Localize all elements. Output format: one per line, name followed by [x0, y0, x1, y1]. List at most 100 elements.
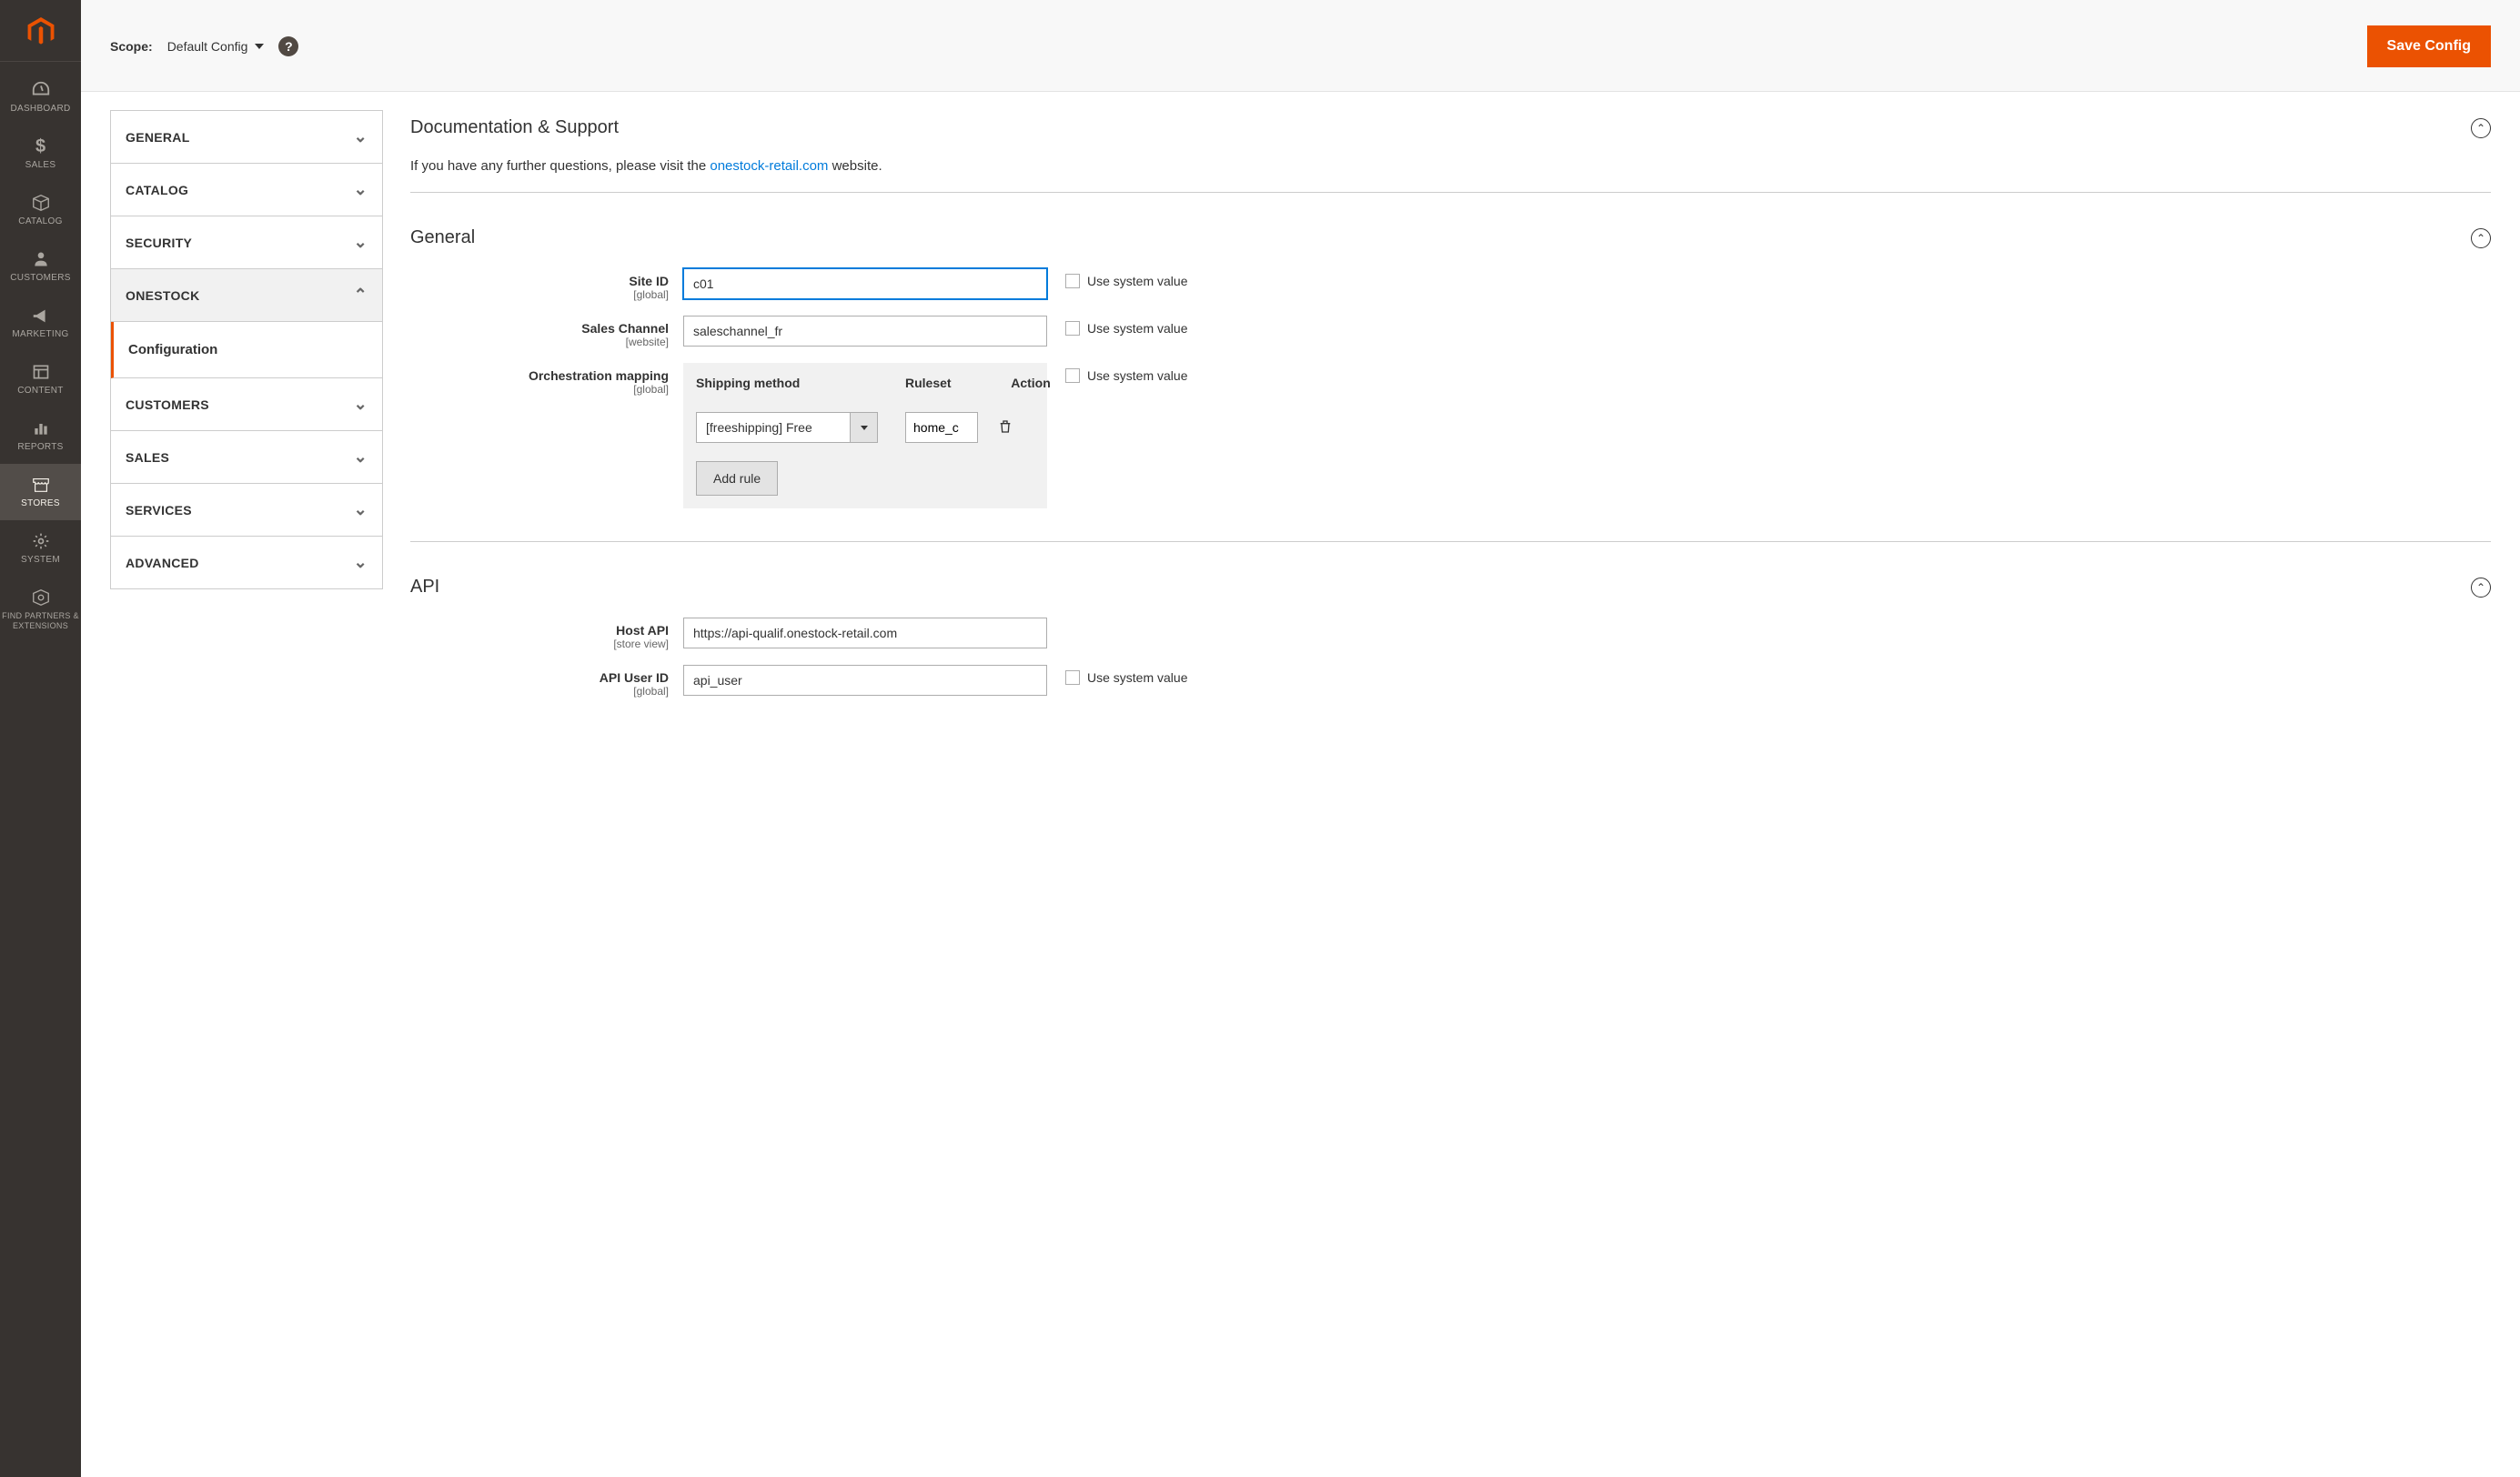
field-scope: [global]: [410, 685, 669, 698]
caret-down-icon: [861, 426, 868, 430]
field-scope: [global]: [410, 288, 669, 301]
chevron-down-icon: ⌄: [354, 553, 368, 572]
checkbox-label[interactable]: Use system value: [1087, 321, 1187, 336]
chevron-down-icon: ⌄: [354, 127, 368, 146]
nav-label: STORES: [2, 498, 79, 509]
page-header: Scope: Default Config ? Save Config: [81, 0, 2520, 92]
field-label: Sales Channel: [410, 321, 669, 336]
nav-label: CATALOG: [2, 216, 79, 227]
field-scope: [website]: [410, 336, 669, 348]
nav-label: FIND PARTNERS & EXTENSIONS: [2, 611, 79, 631]
delete-row-button[interactable]: [998, 419, 1013, 437]
nav-content[interactable]: CONTENT: [0, 351, 81, 407]
caret-down-icon: [255, 44, 264, 49]
scope-selector[interactable]: Default Config: [167, 39, 265, 54]
tab-label: GENERAL: [126, 130, 190, 145]
tab-onestock[interactable]: ONESTOCK ⌃: [111, 269, 382, 322]
tab-advanced[interactable]: ADVANCED ⌄: [111, 537, 382, 588]
nav-stores[interactable]: STORES: [0, 464, 81, 520]
tab-label: SALES: [126, 450, 169, 465]
chevron-down-icon: ⌄: [354, 447, 368, 467]
chevron-down-icon: ⌄: [354, 233, 368, 252]
tab-general[interactable]: GENERAL ⌄: [111, 111, 382, 164]
tab-customers[interactable]: CUSTOMERS ⌄: [111, 378, 382, 431]
shipping-method-select[interactable]: [freeshipping] Free: [696, 412, 878, 443]
field-scope: [store view]: [410, 638, 669, 650]
use-system-value-checkbox[interactable]: [1065, 368, 1080, 383]
config-panel: Documentation & Support ⌃ If you have an…: [410, 110, 2491, 716]
col-header: Shipping method: [696, 376, 878, 390]
nav-partners[interactable]: FIND PARTNERS & EXTENSIONS: [0, 577, 81, 642]
nav-dashboard[interactable]: DASHBOARD: [0, 69, 81, 126]
collapse-toggle-icon[interactable]: ⌃: [2471, 118, 2491, 138]
nav-reports[interactable]: REPORTS: [0, 407, 81, 464]
help-icon[interactable]: ?: [278, 36, 298, 56]
tab-onestock-configuration[interactable]: Configuration: [111, 322, 382, 378]
chevron-down-icon: ⌄: [354, 500, 368, 519]
tab-services[interactable]: SERVICES ⌄: [111, 484, 382, 537]
nav-catalog[interactable]: CATALOG: [0, 182, 81, 238]
nav-sales[interactable]: $ SALES: [0, 126, 81, 182]
checkbox-label[interactable]: Use system value: [1087, 368, 1187, 383]
chevron-up-icon: ⌃: [354, 286, 368, 305]
nav-label: MARKETING: [2, 329, 79, 340]
sales-channel-input[interactable]: [683, 316, 1047, 347]
tab-sales[interactable]: SALES ⌄: [111, 431, 382, 484]
nav-label: CUSTOMERS: [2, 273, 79, 284]
save-config-button[interactable]: Save Config: [2367, 25, 2491, 67]
nav-label: SYSTEM: [2, 555, 79, 566]
add-rule-button[interactable]: Add rule: [696, 461, 778, 496]
field-label: API User ID: [410, 670, 669, 685]
field-label: Site ID: [410, 274, 669, 288]
api-user-id-input[interactable]: [683, 665, 1047, 696]
field-label: Orchestration mapping: [410, 368, 669, 383]
checkbox-label[interactable]: Use system value: [1087, 274, 1187, 288]
trash-icon: [998, 419, 1013, 434]
scope-value: Default Config: [167, 39, 248, 54]
host-api-input[interactable]: [683, 618, 1047, 648]
select-dropdown-button[interactable]: [850, 413, 877, 442]
config-tabs: GENERAL ⌄ CATALOG ⌄ SECURITY ⌄ ONESTOCK …: [110, 110, 383, 589]
nav-system[interactable]: SYSTEM: [0, 520, 81, 577]
main-content: Scope: Default Config ? Save Config GENE…: [81, 0, 2520, 1477]
tab-label: SERVICES: [126, 503, 192, 517]
text: If you have any further questions, pleas…: [410, 158, 710, 174]
tab-label: CUSTOMERS: [126, 397, 209, 412]
orchestration-table: Shipping method Ruleset Action [freeship…: [683, 363, 1047, 508]
tab-security[interactable]: SECURITY ⌄: [111, 216, 382, 269]
section-heading-general[interactable]: General ⌃: [410, 220, 2491, 256]
magento-logo[interactable]: [0, 0, 81, 62]
scope-label: Scope:: [110, 39, 153, 54]
section-title: API: [410, 577, 439, 598]
collapse-toggle-icon[interactable]: ⌃: [2471, 228, 2491, 248]
collapse-toggle-icon[interactable]: ⌃: [2471, 578, 2491, 598]
nav-label: SALES: [2, 160, 79, 171]
tab-label: CATALOG: [126, 183, 188, 197]
chevron-down-icon: ⌄: [354, 180, 368, 199]
ruleset-input[interactable]: [905, 412, 978, 443]
text: website.: [828, 158, 882, 174]
site-id-input[interactable]: [683, 268, 1047, 299]
nav-label: DASHBOARD: [2, 104, 79, 115]
nav-label: REPORTS: [2, 442, 79, 453]
orchestration-row: [freeshipping] Free: [696, 412, 1034, 443]
checkbox-label[interactable]: Use system value: [1087, 670, 1187, 685]
tab-label: SECURITY: [126, 236, 192, 250]
use-system-value-checkbox[interactable]: [1065, 321, 1080, 336]
tab-label: ADVANCED: [126, 556, 199, 570]
admin-sidebar: DASHBOARD $ SALES CATALOG CUSTOMERS MARK…: [0, 0, 81, 1477]
col-header: Ruleset: [905, 376, 996, 390]
nav-marketing[interactable]: MARKETING: [0, 295, 81, 351]
use-system-value-checkbox[interactable]: [1065, 274, 1080, 288]
onestock-link[interactable]: onestock-retail.com: [710, 158, 828, 174]
support-text: If you have any further questions, pleas…: [410, 158, 2491, 174]
select-value: [freeshipping] Free: [697, 413, 850, 442]
section-heading-api[interactable]: API ⌃: [410, 569, 2491, 605]
field-scope: [global]: [410, 383, 669, 396]
use-system-value-checkbox[interactable]: [1065, 670, 1080, 685]
section-heading-doc-support[interactable]: Documentation & Support ⌃: [410, 110, 2491, 146]
nav-customers[interactable]: CUSTOMERS: [0, 238, 81, 295]
field-label: Host API: [410, 623, 669, 638]
tab-catalog[interactable]: CATALOG ⌄: [111, 164, 382, 216]
section-title: Documentation & Support: [410, 117, 619, 138]
